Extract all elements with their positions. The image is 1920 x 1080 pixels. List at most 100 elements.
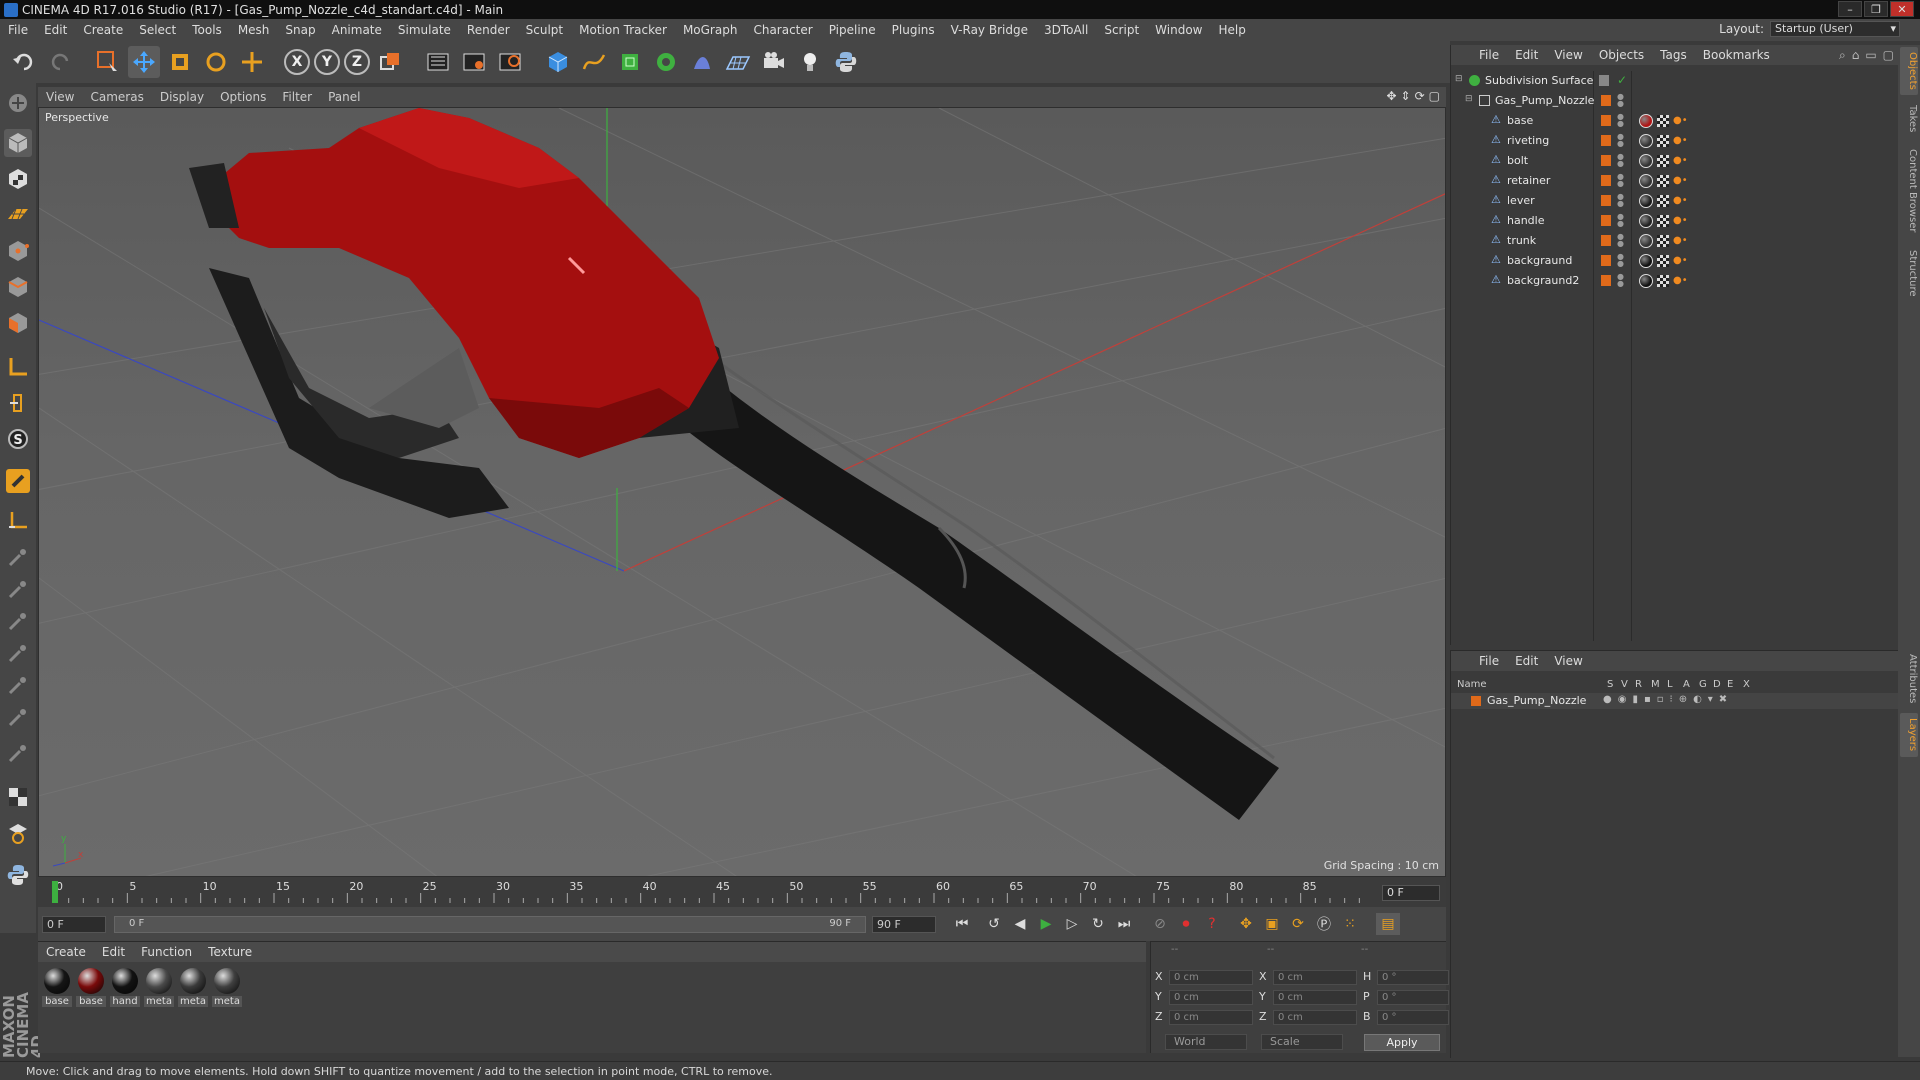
search-icon[interactable]: ⌕ [1839,48,1846,63]
subdivision-surface-icon[interactable] [614,46,646,78]
layer-swatch[interactable] [1601,215,1611,226]
menu-snap[interactable]: Snap [277,23,323,37]
tab-objects[interactable]: Objects [1900,47,1918,95]
sculpt-smooth-icon[interactable] [4,607,32,635]
play-icon[interactable]: ▶ [1034,913,1058,935]
texture-tag-icon[interactable] [1657,155,1669,167]
timeline-ruler-bar[interactable]: 051015202530354045505560657075808590 0 F [38,877,1446,907]
material-item[interactable]: meta [212,968,242,1007]
key-pla-icon[interactable]: ⁙ [1338,913,1362,935]
texture-tag-icon[interactable] [1657,175,1669,187]
layer-swatch[interactable] [1601,135,1611,146]
end-frame-field[interactable]: 90 F [872,916,936,933]
phong-tag-icon[interactable]: ●• [1673,215,1688,227]
material-menu-edit[interactable]: Edit [94,945,133,959]
sculpt-flatten-icon[interactable] [4,639,32,667]
menu-mograph[interactable]: MoGraph [675,23,746,37]
new-view-icon[interactable]: ▭ [1865,48,1876,63]
size-z-field[interactable]: 0 cm [1273,1010,1357,1025]
menu-pipeline[interactable]: Pipeline [821,23,884,37]
viewport-maximize-icon[interactable]: ▢ [1429,89,1440,103]
viewport-dolly-icon[interactable]: ⇕ [1401,89,1411,103]
material-tag-icon[interactable] [1639,234,1653,248]
timeline-window-icon[interactable]: ▤ [1376,913,1400,935]
object-row[interactable]: ⚠ riveting ● ● ●• [1451,131,1899,151]
tab-takes[interactable]: Takes [1900,101,1918,137]
apply-button[interactable]: Apply [1364,1034,1440,1051]
visibility-dots[interactable]: ● ● [1617,133,1624,148]
current-frame-field[interactable]: 0 F [1382,885,1440,901]
collapse-icon[interactable]: ⊟ [1455,74,1463,84]
menu-3dtoall[interactable]: 3DToAll [1036,23,1096,37]
object-row-subdivision-surface[interactable]: ⊟ Subdivision Surface ✓ [1451,71,1899,91]
menu-mesh[interactable]: Mesh [230,23,278,37]
workplane-mode-icon[interactable] [4,201,32,229]
layer-swatch[interactable] [1601,95,1611,106]
objects-menu-file[interactable]: File [1471,48,1507,62]
start-frame-field[interactable]: 0 F [42,916,106,933]
objects-menu-bookmarks[interactable]: Bookmarks [1695,48,1778,62]
objects-menu-edit[interactable]: Edit [1507,48,1546,62]
axis-mode-icon[interactable] [4,353,32,381]
visibility-dots[interactable]: ● ● [1617,233,1624,248]
pos-z-field[interactable]: 0 cm [1169,1010,1253,1025]
object-row[interactable]: ⚠ trunk ● ● ●• [1451,231,1899,251]
brush-tool-icon[interactable] [4,543,32,571]
tab-attributes[interactable]: Attributes [1900,649,1918,709]
material-item[interactable]: hand [110,968,140,1007]
viewport-menu-filter[interactable]: Filter [274,90,320,104]
points-mode-icon[interactable] [4,237,32,265]
viewport-menu-display[interactable]: Display [152,90,212,104]
y-axis-toggle[interactable]: Y [314,49,340,75]
layer-swatch[interactable] [1601,175,1611,186]
objects-menu-tags[interactable]: Tags [1652,48,1695,62]
layer-swatch[interactable] [1601,235,1611,246]
phong-tag-icon[interactable]: ●• [1673,235,1688,247]
sculpt-grab-icon[interactable] [4,703,32,731]
material-item[interactable]: meta [178,968,208,1007]
visibility-dots[interactable]: ● ● [1617,213,1624,228]
objects-menu-objects[interactable]: Objects [1591,48,1652,62]
collapse-icon[interactable]: ⊟ [1465,94,1473,104]
layer-row[interactable]: Gas_Pump_Nozzle ●◉▮▪▫⁝⊕◐▾✖ [1451,693,1899,709]
key-position-icon[interactable]: ✥ [1234,913,1258,935]
maximize-button[interactable]: ❐ [1864,1,1888,17]
preview-range-slider[interactable]: 0 F 90 F [114,916,866,933]
material-tag-icon[interactable] [1639,114,1653,128]
visibility-dots[interactable]: ● ● [1617,173,1624,188]
layers-menu-view[interactable]: View [1546,654,1590,668]
layer-column-s[interactable]: S [1607,679,1613,690]
render-picture-viewer-icon[interactable] [458,46,490,78]
viewport-rotate-icon[interactable]: ⟳ [1415,89,1425,103]
key-parameter-icon[interactable]: Ⓟ [1312,913,1336,935]
rot-h-field[interactable]: 0 ° [1377,970,1449,985]
texture-tag-icon[interactable] [1657,135,1669,147]
object-row[interactable]: ⚠ handle ● ● ●• [1451,211,1899,231]
camera-icon[interactable] [758,46,790,78]
magnet-icon[interactable] [4,467,32,495]
object-row[interactable]: ⚠ backgraund2 ● ● ●• [1451,271,1899,291]
layer-swatch[interactable] [1601,275,1611,286]
visibility-dots[interactable]: ● ● [1617,273,1624,288]
make-editable-icon[interactable] [4,89,32,117]
key-rotation-icon[interactable]: ⟳ [1286,913,1310,935]
cloner-icon[interactable] [650,46,682,78]
layer-swatch[interactable] [1601,155,1611,166]
model-mode-icon[interactable] [4,129,32,157]
texture-tag-icon[interactable] [1657,115,1669,127]
home-icon[interactable]: ⌂ [1852,48,1860,63]
menu-character[interactable]: Character [745,23,820,37]
menu-create[interactable]: Create [75,23,131,37]
menu-edit[interactable]: Edit [36,23,75,37]
x-axis-toggle[interactable]: X [284,49,310,75]
redo-icon[interactable] [44,46,76,78]
visibility-dots[interactable]: ● ● [1617,153,1624,168]
goto-next-key-icon[interactable]: ↻ [1086,913,1110,935]
phong-tag-icon[interactable]: ●• [1673,195,1688,207]
viewport-menu-cameras[interactable]: Cameras [82,90,151,104]
layer-column-v[interactable]: V [1621,679,1628,690]
deformer-icon[interactable] [686,46,718,78]
phong-tag-icon[interactable]: ●• [1673,175,1688,187]
layer-column-name[interactable]: Name [1457,679,1487,690]
maximize-panel-icon[interactable]: ▢ [1883,48,1894,63]
